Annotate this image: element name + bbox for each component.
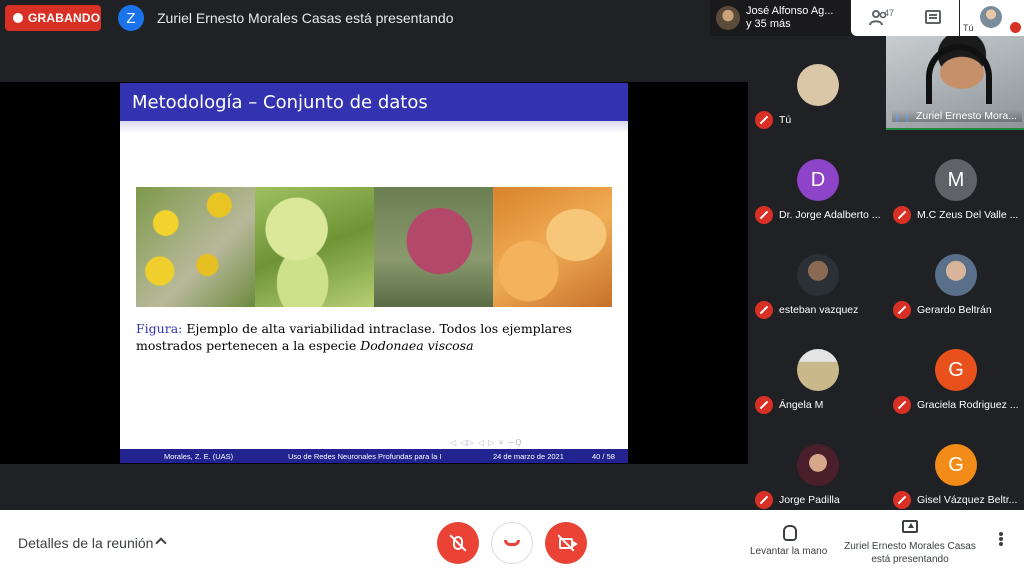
caption-species: Dodonaea viscosa	[360, 338, 474, 353]
participant-name: Jorge Padilla	[779, 494, 840, 506]
self-view-thumbnail[interactable]: Tú	[960, 0, 1024, 36]
present-screen-icon[interactable]	[902, 520, 918, 533]
top-controls: 47	[851, 0, 959, 36]
mic-off-icon	[893, 301, 911, 319]
avatar	[797, 254, 839, 296]
record-dot-icon	[13, 13, 23, 23]
participant-name: Tú	[779, 114, 792, 126]
participant-name: Gerardo Beltrán	[917, 304, 992, 316]
mic-off-icon	[755, 491, 773, 509]
footer-title: Uso de Redes Neuronales Profundas para l…	[288, 451, 442, 461]
participant-count: 47	[884, 8, 895, 18]
participant-name: M.C Zeus Del Valle ...	[917, 209, 1019, 221]
avatar: G	[935, 444, 977, 486]
leave-call-button[interactable]	[491, 522, 533, 564]
avatar: D	[797, 159, 839, 201]
meeting-details-button[interactable]: Detalles de la reunión	[18, 535, 153, 551]
self-avatar	[980, 6, 1002, 28]
top-participant-more: y 35 más	[746, 18, 791, 30]
participant-tile[interactable]: Gerardo Beltrán	[888, 226, 1024, 320]
footer-page: 40 / 58	[592, 451, 615, 461]
figure-photo-1	[136, 187, 255, 307]
participant-name: Ángela M	[779, 399, 824, 411]
top-participants-strip[interactable]: José Alfonso Ag... y 35 más	[710, 0, 850, 36]
participant-tile[interactable]: G Gisel Vázquez Beltr...	[888, 416, 1024, 510]
presenting-button[interactable]: Zuriel Ernesto Morales Casas está presen…	[842, 540, 978, 566]
call-controls-bar: Detalles de la reunión Levantar la mano …	[0, 510, 1024, 576]
recording-label: GRABANDO	[28, 11, 101, 25]
beamer-nav-icons: ◁ ◁▷ ◁ ▷ ≡ ∽Q	[450, 438, 523, 447]
top-participant-name: José Alfonso Ag...	[746, 5, 834, 17]
presenter-avatar: Z	[118, 5, 144, 31]
figure-caption: Figura: Ejemplo de alta variabilidad int…	[136, 320, 606, 354]
mic-off-icon	[755, 111, 773, 129]
participant-tile[interactable]: Tú	[750, 36, 886, 130]
participant-name: esteban vazquez	[779, 304, 859, 316]
more-options-icon[interactable]	[999, 537, 1003, 541]
hang-up-icon	[504, 540, 520, 546]
figure-photo-3	[374, 187, 493, 307]
chat-icon[interactable]	[925, 10, 941, 24]
self-view-label: Tú	[963, 23, 974, 33]
participant-name: Graciela Rodriguez ...	[917, 399, 1019, 411]
presenter-video-tile[interactable]: Zuriel Ernesto Mora...	[886, 36, 1024, 130]
chevron-up-icon[interactable]	[155, 537, 167, 549]
mic-off-icon	[893, 396, 911, 414]
participant-tile[interactable]: M M.C Zeus Del Valle ...	[888, 131, 1024, 225]
avatar	[797, 444, 839, 486]
slide-title: Metodología – Conjunto de datos	[120, 83, 628, 121]
caption-text: Ejemplo de alta variabilidad intraclase.…	[136, 321, 572, 353]
footer-author: Morales, Z. E. (UAS)	[164, 451, 234, 461]
mic-off-icon	[893, 206, 911, 224]
camera-toggle-button[interactable]	[545, 522, 587, 564]
mic-off-icon	[755, 206, 773, 224]
mic-toggle-button[interactable]	[437, 522, 479, 564]
avatar: G	[935, 349, 977, 391]
avatar	[797, 349, 839, 391]
raise-hand-icon[interactable]	[783, 525, 797, 541]
recording-badge: GRABANDO	[5, 5, 101, 31]
avatar	[935, 254, 977, 296]
presenter-tile-name: Zuriel Ernesto Mora...	[892, 110, 1022, 122]
participant-tile[interactable]: D Dr. Jorge Adalberto ...	[750, 131, 886, 225]
presentation-slide: Metodología – Conjunto de datos Figura: …	[120, 83, 628, 463]
mic-off-icon	[755, 396, 773, 414]
figure-photo-2	[255, 187, 374, 307]
presenter-banner-title: Zuriel Ernesto Morales Casas está presen…	[157, 10, 454, 26]
slide-footer: Morales, Z. E. (UAS) Uso de Redes Neuron…	[120, 449, 628, 463]
caption-label: Figura:	[136, 321, 183, 336]
participant-tile[interactable]: esteban vazquez	[750, 226, 886, 320]
figure-photo-4	[493, 187, 612, 307]
participant-tile[interactable]: G Graciela Rodriguez ...	[888, 321, 1024, 415]
participant-avatar	[716, 6, 740, 30]
mic-off-icon	[755, 301, 773, 319]
avatar: M	[935, 159, 977, 201]
participant-name: Dr. Jorge Adalberto ...	[779, 209, 881, 221]
mic-off-icon	[893, 491, 911, 509]
avatar	[797, 64, 839, 106]
footer-date: 24 de marzo de 2021	[493, 451, 564, 461]
participant-tile[interactable]: Ángela M	[750, 321, 886, 415]
mic-off-icon	[1010, 22, 1021, 33]
raise-hand-button[interactable]: Levantar la mano	[750, 546, 827, 557]
participant-tile[interactable]: Jorge Padilla	[750, 416, 886, 510]
headset	[926, 44, 992, 104]
participant-name: Gisel Vázquez Beltr...	[917, 494, 1018, 506]
slide-figure	[136, 187, 612, 307]
